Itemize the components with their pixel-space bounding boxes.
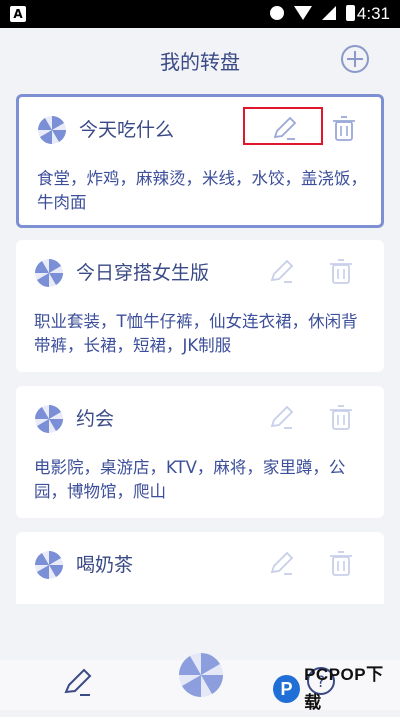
wheel-name: 约会: [76, 408, 115, 430]
watermark: P PCPOP下载: [273, 665, 398, 712]
add-icon[interactable]: [340, 44, 370, 74]
wheel-name: 喝奶茶: [76, 554, 134, 576]
spin-wheel-button[interactable]: [178, 652, 224, 698]
trash-icon[interactable]: [328, 404, 354, 432]
edit-icon[interactable]: [271, 115, 299, 143]
watermark-text: PCPOP下载: [304, 665, 384, 712]
wheel-items: 食堂，炸鸡，麻辣烫，米线，水饺，盖浇饭，牛肉面: [37, 169, 367, 212]
wheel-icon: [35, 551, 63, 579]
wheel-card[interactable]: 今天吃什么 食堂，炸鸡，麻辣烫，米线，水饺，盖浇饭，牛肉面: [16, 94, 384, 228]
wheel-card[interactable]: 喝奶茶: [16, 532, 384, 604]
clock: 4:31: [356, 4, 390, 23]
wifi-icon: [294, 6, 312, 20]
sync-icon: [270, 6, 284, 20]
trash-icon[interactable]: [328, 550, 354, 578]
signal-icon: [322, 6, 336, 20]
trash-icon[interactable]: [328, 258, 354, 286]
wheel-icon: [35, 405, 63, 433]
trash-icon[interactable]: [331, 115, 357, 143]
edit-icon[interactable]: [268, 404, 296, 432]
status-bar: A 4:31: [0, 0, 400, 28]
wheel-items: 电影院，桌游店，KTV，麻将，家里蹲，公园，博物馆，爬山: [34, 458, 346, 501]
wheel-name: 今天吃什么: [79, 119, 175, 141]
watermark-logo-icon: P: [273, 675, 301, 703]
header: 我的转盘: [0, 28, 400, 90]
wheel-card[interactable]: 今日穿搭女生版 职业套装，T恤牛仔裤，仙女连衣裙，休闲背带裤，长裙，短裙，JK制…: [16, 240, 384, 372]
wheel-items: 职业套装，T恤牛仔裤，仙女连衣裙，休闲背带裤，长裙，短裙，JK制服: [34, 312, 358, 355]
wheel-name: 今日穿搭女生版: [76, 262, 210, 284]
notification-icon: A: [10, 6, 26, 22]
edit-icon[interactable]: [268, 258, 296, 286]
wheel-card[interactable]: 约会 电影院，桌游店，KTV，麻将，家里蹲，公园，博物馆，爬山: [16, 386, 384, 518]
edit-icon[interactable]: [268, 550, 296, 578]
pen-icon[interactable]: [62, 666, 94, 698]
battery-icon: [346, 5, 355, 21]
wheel-icon: [38, 116, 66, 144]
wheel-icon: [35, 259, 63, 287]
